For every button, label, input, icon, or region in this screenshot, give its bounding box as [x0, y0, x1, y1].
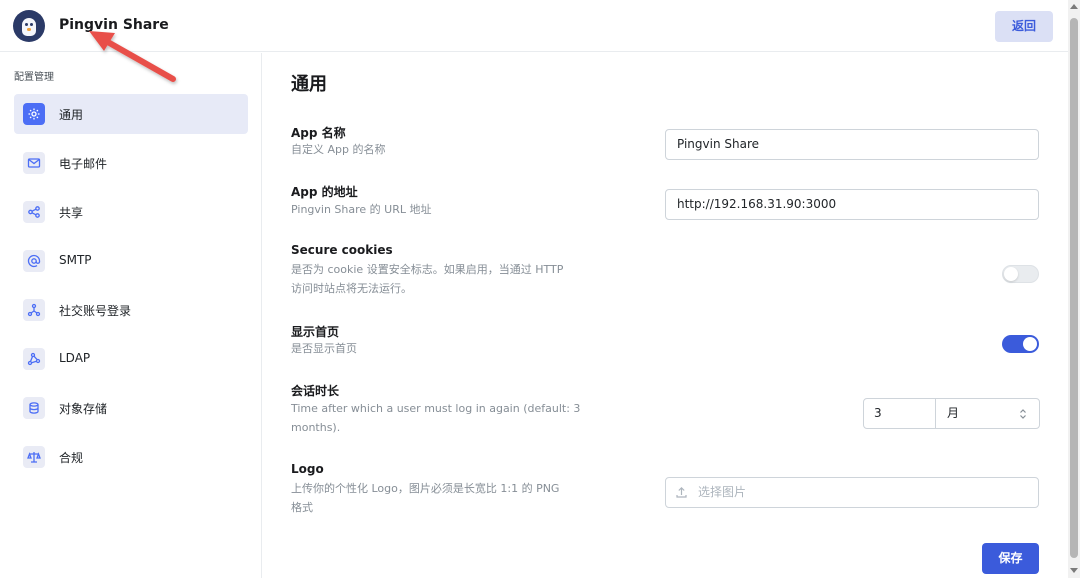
logo-file-placeholder: 选择图片 [698, 485, 747, 499]
app-url-input[interactable]: http://192.168.31.90:3000 [665, 189, 1039, 220]
logo-file-input[interactable]: 选择图片 [665, 477, 1039, 508]
sidebar-item-social-login[interactable]: 社交账号登录 [14, 290, 248, 330]
scroll-up-arrow-icon[interactable] [1070, 4, 1078, 9]
sidebar-item-email[interactable]: 电子邮件 [14, 143, 248, 183]
app-name-desc: 自定义 App 的名称 [291, 143, 386, 156]
toggle-knob [1023, 337, 1037, 351]
sidebar-item-general[interactable]: 通用 [14, 94, 248, 134]
logo-desc-line1: 上传你的个性化 Logo，图片必须是长宽比 1:1 的 PNG [291, 482, 560, 495]
mail-icon [23, 152, 45, 174]
network-icon [23, 348, 45, 370]
sidebar-item-object-storage[interactable]: 对象存储 [14, 388, 248, 428]
sidebar-item-label: SMTP [59, 253, 92, 267]
logo-title: Logo [291, 462, 324, 476]
sidebar-item-label: 电子邮件 [59, 157, 108, 171]
divider [935, 399, 936, 428]
sidebar-title: 配置管理 [14, 72, 54, 83]
session-duration-desc-line2: months). [291, 421, 341, 434]
at-icon [23, 250, 45, 272]
app-window: Pingvin Share 返回 配置管理 通用 电子邮件 共享 SMTP 社交… [0, 0, 1080, 578]
scale-icon [23, 446, 45, 468]
back-button[interactable]: 返回 [995, 11, 1053, 42]
page-title: 通用 [291, 74, 327, 95]
social-login-icon [23, 299, 45, 321]
upload-icon [676, 486, 687, 498]
sidebar-item-label: LDAP [59, 351, 91, 365]
save-button[interactable]: 保存 [982, 543, 1039, 574]
database-icon [23, 397, 45, 419]
toggle-knob [1004, 267, 1018, 281]
page-scrollbar[interactable] [1068, 0, 1080, 578]
app-url-desc: Pingvin Share 的 URL 地址 [291, 203, 432, 216]
app-name-title: App 名称 [291, 126, 346, 140]
scroll-thumb[interactable] [1070, 18, 1078, 558]
show-home-toggle[interactable] [1002, 335, 1039, 353]
session-duration-unit-select[interactable]: 月 [947, 399, 959, 428]
show-home-title: 显示首页 [291, 325, 340, 339]
share-icon [23, 201, 45, 223]
secure-cookies-desc-line2: 访问时站点将无法运行。 [291, 282, 412, 295]
app-name-input[interactable]: Pingvin Share [665, 129, 1039, 160]
logo-desc-line2: 格式 [291, 501, 313, 514]
session-duration-input: 3 月 [863, 398, 1040, 429]
settings-sidebar: 配置管理 通用 电子邮件 共享 SMTP 社交账号登录 LDAP 对象存储 合规 [0, 53, 262, 578]
sidebar-item-label: 社交账号登录 [59, 304, 132, 318]
app-title[interactable]: Pingvin Share [59, 17, 169, 33]
sidebar-item-compliance[interactable]: 合规 [14, 437, 248, 477]
gear-icon [23, 103, 45, 125]
settings-main: 通用 App 名称 自定义 App 的名称 Pingvin Share App … [263, 53, 1068, 578]
penguin-logo-icon[interactable] [13, 10, 45, 42]
session-duration-title: 会话时长 [291, 384, 340, 398]
chevron-up-down-icon[interactable] [1018, 408, 1028, 420]
secure-cookies-desc-line1: 是否为 cookie 设置安全标志。如果启用，当通过 HTTP [291, 263, 564, 276]
sidebar-item-label: 对象存储 [59, 402, 108, 416]
app-url-title: App 的地址 [291, 185, 358, 199]
sidebar-item-label: 合规 [59, 451, 84, 465]
secure-cookies-toggle[interactable] [1002, 265, 1039, 283]
sidebar-item-label: 通用 [59, 108, 84, 122]
sidebar-item-share[interactable]: 共享 [14, 192, 248, 232]
secure-cookies-title: Secure cookies [291, 243, 393, 257]
sidebar-item-ldap[interactable]: LDAP [14, 339, 248, 379]
scroll-down-arrow-icon[interactable] [1070, 568, 1078, 573]
session-duration-desc-line1: Time after which a user must log in agai… [291, 402, 581, 415]
show-home-desc: 是否显示首页 [291, 342, 357, 355]
sidebar-item-label: 共享 [59, 206, 84, 220]
session-duration-number[interactable]: 3 [874, 399, 882, 428]
sidebar-item-smtp[interactable]: SMTP [14, 241, 248, 281]
top-header: Pingvin Share 返回 [0, 0, 1068, 52]
